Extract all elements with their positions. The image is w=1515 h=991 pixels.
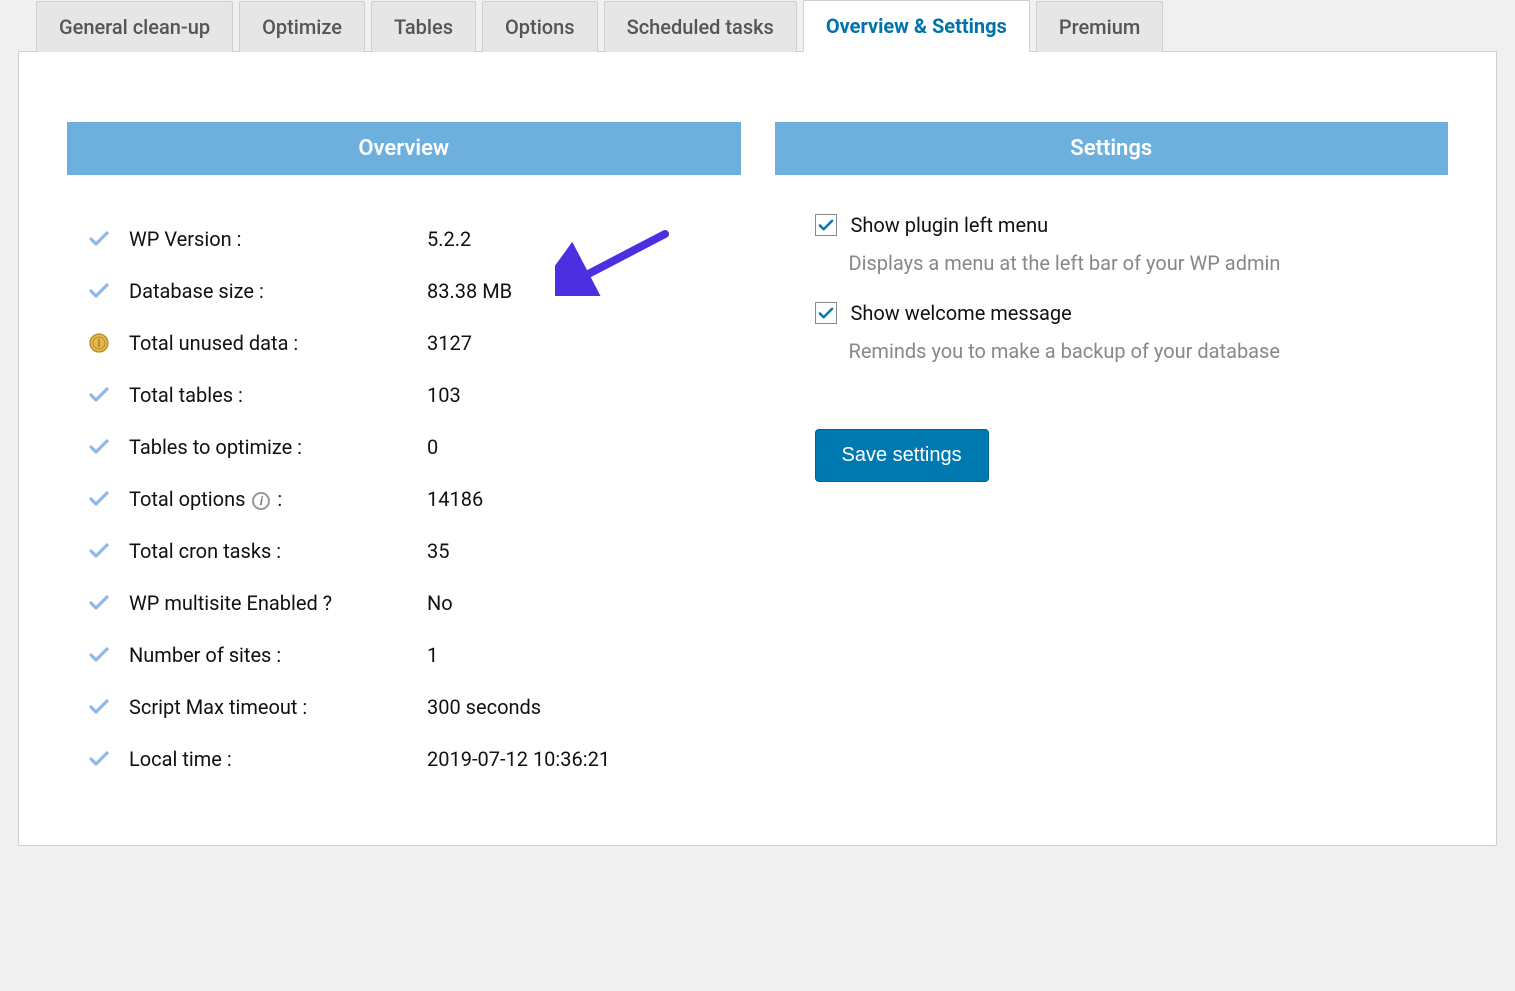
check-icon xyxy=(89,646,129,664)
label: WP Version : xyxy=(129,227,427,251)
row-total-tables: Total tables : 103 xyxy=(89,369,735,421)
value: 3127 xyxy=(427,331,472,355)
label: Total tables : xyxy=(129,383,427,407)
label: Tables to optimize : xyxy=(129,435,427,459)
value: 83.38 MB xyxy=(427,279,512,303)
check-icon xyxy=(89,282,129,300)
setting-label: Show welcome message xyxy=(851,301,1072,325)
overview-list: WP Version : 5.2.2 Database size : 83.38… xyxy=(67,213,741,785)
label: Database size : xyxy=(129,279,427,303)
label: Local time : xyxy=(129,747,427,771)
overview-header: Overview xyxy=(67,122,741,175)
setting-show-welcome: Show welcome message Reminds you to make… xyxy=(815,301,1443,363)
check-icon xyxy=(89,542,129,560)
label: Total cron tasks : xyxy=(129,539,427,563)
tab-general-cleanup[interactable]: General clean-up xyxy=(36,1,233,52)
settings-body: Show plugin left menu Displays a menu at… xyxy=(775,213,1449,482)
check-icon xyxy=(89,438,129,456)
row-total-cron: Total cron tasks : 35 xyxy=(89,525,735,577)
row-total-unused: Total unused data : 3127 xyxy=(89,317,735,369)
settings-header: Settings xyxy=(775,122,1449,175)
label: Total unused data : xyxy=(129,331,427,355)
value: 14186 xyxy=(427,487,483,511)
row-multisite: WP multisite Enabled ? No xyxy=(89,577,735,629)
row-local-time: Local time : 2019-07-12 10:36:21 xyxy=(89,733,735,785)
value: 2019-07-12 10:36:21 xyxy=(427,747,610,771)
check-icon xyxy=(89,230,129,248)
value: 0 xyxy=(427,435,438,459)
overview-column: Overview WP Version : 5.2.2 Database siz… xyxy=(67,122,741,785)
check-icon xyxy=(89,386,129,404)
tab-scheduled-tasks[interactable]: Scheduled tasks xyxy=(604,1,797,52)
setting-show-menu: Show plugin left menu Displays a menu at… xyxy=(815,213,1443,275)
info-icon[interactable]: i xyxy=(252,492,270,510)
check-icon xyxy=(89,594,129,612)
value: 1 xyxy=(427,643,438,667)
row-num-sites: Number of sites : 1 xyxy=(89,629,735,681)
save-settings-button[interactable]: Save settings xyxy=(815,429,989,482)
check-icon xyxy=(89,490,129,508)
tab-bar: General clean-up Optimize Tables Options… xyxy=(0,0,1515,52)
value: 5.2.2 xyxy=(427,227,471,251)
value: No xyxy=(427,591,453,615)
value: 300 seconds xyxy=(427,695,541,719)
row-wp-version: WP Version : 5.2.2 xyxy=(89,213,735,265)
value: 35 xyxy=(427,539,449,563)
tab-overview-settings[interactable]: Overview & Settings xyxy=(803,0,1030,52)
label: Number of sites : xyxy=(129,643,427,667)
label: Script Max timeout : xyxy=(129,695,427,719)
tab-premium[interactable]: Premium xyxy=(1036,1,1163,52)
setting-label: Show plugin left menu xyxy=(851,213,1049,237)
label-text: Total options xyxy=(129,487,245,511)
row-total-options: Total options i : 14186 xyxy=(89,473,735,525)
tab-optimize[interactable]: Optimize xyxy=(239,1,365,52)
checkbox-show-menu[interactable] xyxy=(815,214,837,236)
label: WP multisite Enabled ? xyxy=(129,591,427,615)
row-tables-optimize: Tables to optimize : 0 xyxy=(89,421,735,473)
tab-options[interactable]: Options xyxy=(482,1,598,52)
settings-column: Settings Show plugin left menu Displays … xyxy=(775,122,1449,482)
checkbox-show-welcome[interactable] xyxy=(815,302,837,324)
coin-icon xyxy=(89,333,129,353)
setting-desc: Reminds you to make a backup of your dat… xyxy=(849,339,1443,363)
setting-desc: Displays a menu at the left bar of your … xyxy=(849,251,1443,275)
value: 103 xyxy=(427,383,461,407)
check-icon xyxy=(89,698,129,716)
check-icon xyxy=(89,750,129,768)
label: Total options i : xyxy=(129,487,427,511)
row-database-size: Database size : 83.38 MB xyxy=(89,265,735,317)
row-script-timeout: Script Max timeout : 300 seconds xyxy=(89,681,735,733)
tab-tables[interactable]: Tables xyxy=(371,1,476,52)
panel-content: Overview WP Version : 5.2.2 Database siz… xyxy=(18,51,1497,846)
